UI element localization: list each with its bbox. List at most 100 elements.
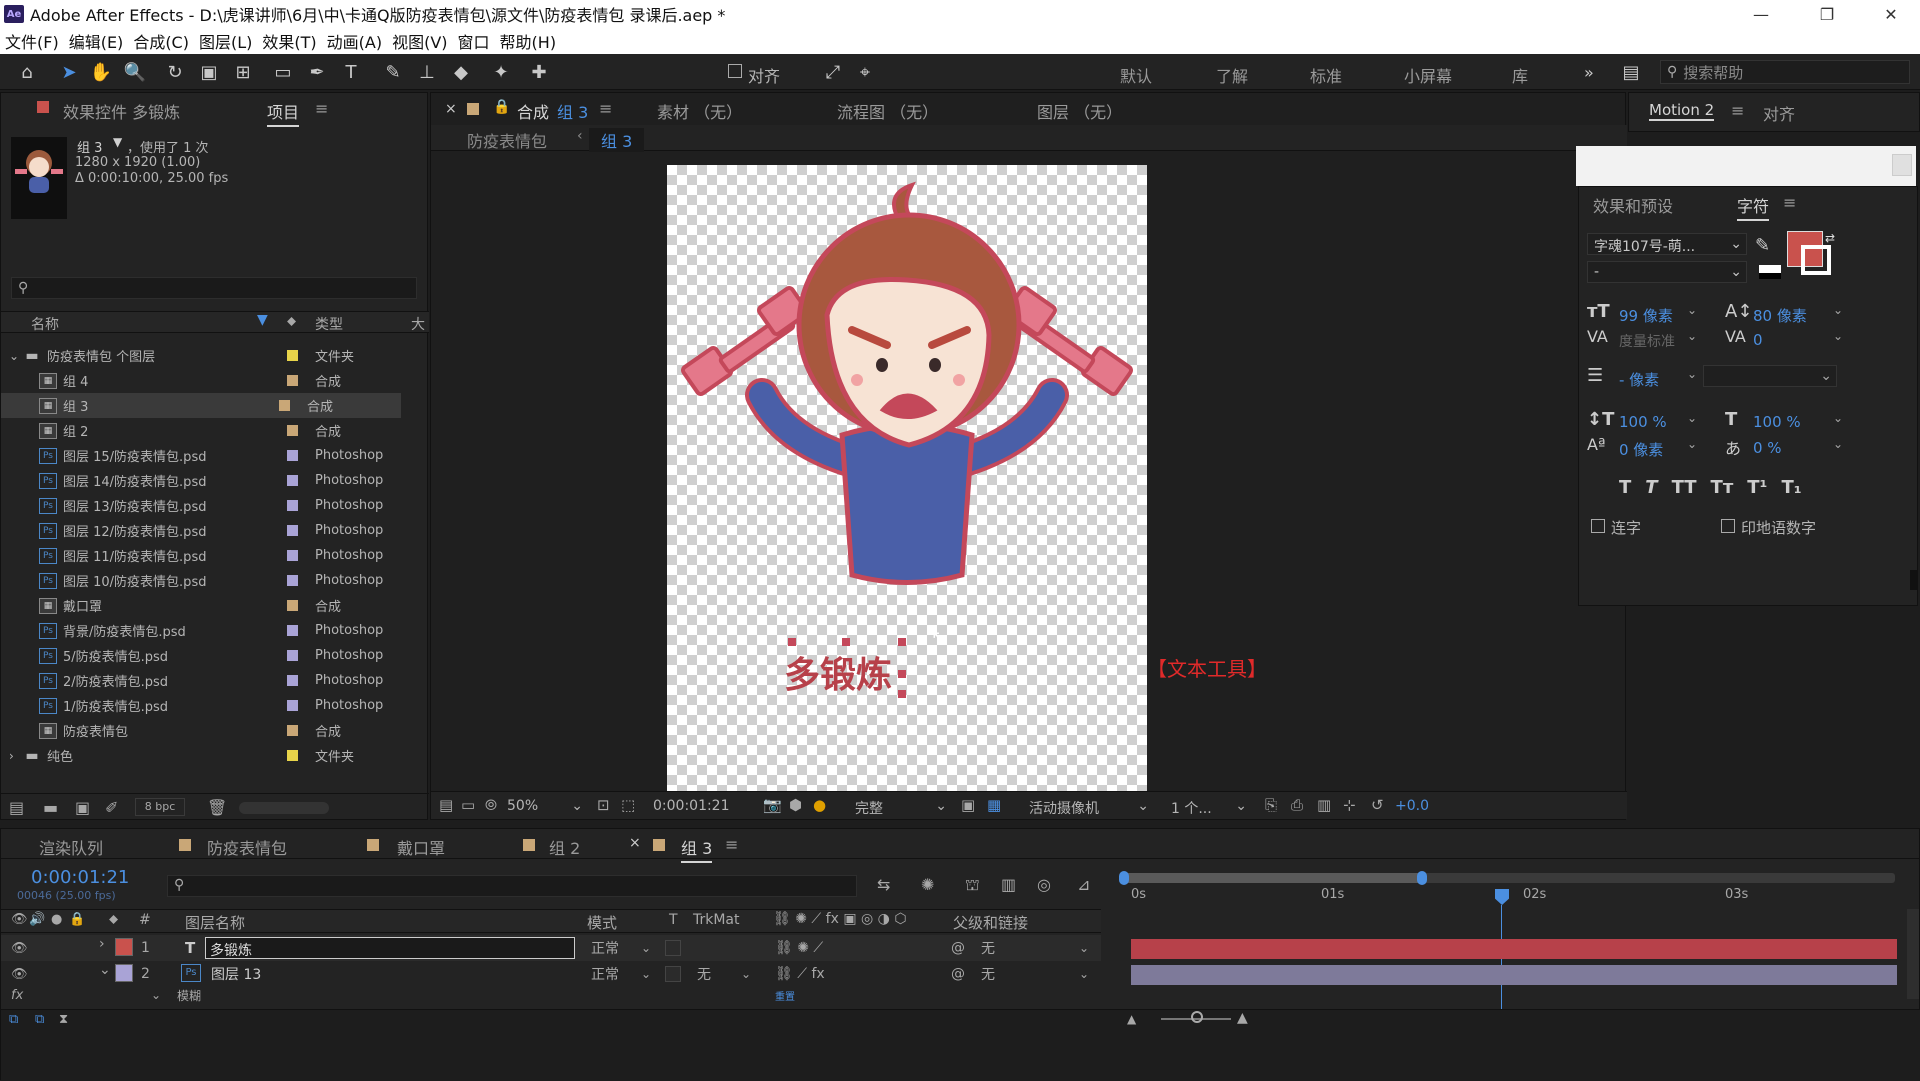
parent-dropdown[interactable]: 无 [981, 964, 995, 984]
label-column-icon[interactable]: ⬥ [109, 912, 118, 927]
lock-switch-icon[interactable]: 🔒 [69, 912, 85, 927]
views-dropdown[interactable]: 1 个... ⌄ [1171, 798, 1247, 817]
playhead-handle[interactable] [1495, 889, 1509, 905]
label-color-swatch[interactable] [287, 525, 298, 536]
snap-checkbox[interactable] [728, 64, 742, 78]
project-item[interactable]: ▦ 组 3 合成 [1, 393, 401, 418]
stroke-width-value[interactable]: - 像素 [1619, 369, 1659, 390]
chevron-down-icon[interactable]: ⌄ [1833, 437, 1843, 451]
pick-whip-icon[interactable]: @ [951, 940, 965, 956]
text-layer-box[interactable]: 多锻炼 [784, 638, 907, 701]
menu-edit[interactable]: 编辑(E) [64, 29, 129, 53]
layer-2-duration-bar[interactable] [1131, 965, 1897, 985]
close-tab-icon[interactable]: × [629, 835, 641, 851]
comp-mini-flowchart-icon[interactable]: ⇆ [877, 875, 890, 894]
faux-bold-button[interactable]: T [1619, 477, 1631, 501]
tab-character[interactable]: 字符 [1737, 193, 1770, 221]
project-item[interactable]: Ps 图层 10/防疫表情包.psd Photoshop [9, 568, 409, 593]
label-color-swatch[interactable] [287, 450, 298, 461]
tab-motion[interactable]: Motion 2 [1649, 101, 1715, 121]
mask-visibility-icon[interactable]: ⦾ [485, 796, 497, 814]
expand-arrow-icon[interactable]: › [9, 749, 23, 763]
minimize-button[interactable]: — [1738, 0, 1784, 28]
motion-menu-icon[interactable]: ≡ [1731, 101, 1744, 120]
tab-project[interactable]: 项目 [267, 99, 300, 127]
tab-effects-presets[interactable]: 效果和预设 [1593, 193, 1673, 217]
in-out-pane-icon[interactable]: ⧗ [59, 1012, 68, 1027]
region-of-interest-icon[interactable]: ⬚ [621, 796, 635, 814]
tab-footage[interactable]: 素材 （无） [657, 99, 742, 123]
zoom-dropdown[interactable]: 50% ⌄ [507, 798, 583, 816]
menu-file[interactable]: 文件(F) [0, 29, 64, 53]
puppet-tool-icon[interactable]: ✚ [526, 60, 552, 84]
always-preview-icon[interactable]: ▤ [439, 796, 453, 814]
chevron-down-icon[interactable]: ⌄ [1079, 941, 1089, 955]
tab-composition-name[interactable]: 组 3 [557, 99, 588, 123]
new-comp-icon[interactable]: ▣ [75, 798, 90, 817]
chevron-down-icon[interactable]: ⌄ [1833, 329, 1843, 343]
resolution-dropdown[interactable]: 完整 ⌄ [855, 798, 947, 817]
effect-reset-link[interactable]: 重置 [775, 988, 795, 1003]
effect-name[interactable]: 模糊 [177, 987, 201, 1004]
preserve-transparency-toggle[interactable] [665, 966, 681, 982]
reset-exposure-circle-icon[interactable]: ↺ [1371, 796, 1384, 814]
stroke-style-dropdown[interactable]: ⌄ [1703, 365, 1837, 387]
menu-layer[interactable]: 图层(L) [194, 29, 257, 53]
menu-help[interactable]: 帮助(H) [495, 29, 562, 53]
timeline-scrollbar[interactable] [1907, 909, 1919, 999]
hand-tool-icon[interactable]: ✋ [88, 60, 114, 84]
pick-whip-icon[interactable]: @ [951, 966, 965, 982]
selection-tool-icon[interactable]: ➤ [56, 60, 82, 84]
trkmat-dropdown[interactable]: 无 [697, 964, 711, 984]
transform-handle[interactable] [898, 670, 906, 678]
workspace-learn[interactable]: 了解 [1216, 63, 1248, 87]
layer-label-swatch[interactable] [115, 964, 133, 982]
menu-window[interactable]: 窗口 [453, 29, 495, 53]
project-item[interactable]: Ps 背景/防疫表情包.psd Photoshop [9, 618, 409, 643]
label-color-swatch[interactable] [287, 475, 298, 486]
timeline-icon[interactable]: ▥ [1317, 796, 1331, 814]
menu-effect[interactable]: 效果(T) [257, 29, 321, 53]
reset-exposure-icon[interactable]: ⎙ [1291, 796, 1303, 814]
label-color-swatch[interactable] [287, 500, 298, 511]
bpc-button[interactable]: 8 bpc [135, 798, 185, 816]
tab-composition[interactable]: 合成 [517, 99, 549, 123]
all-caps-button[interactable]: TT [1672, 477, 1697, 501]
comp-panel-menu-icon[interactable]: ≡ [599, 99, 612, 118]
column-type[interactable]: 类型 [315, 314, 343, 334]
project-item[interactable]: Ps 图层 11/防疫表情包.psd Photoshop [9, 543, 409, 568]
graph-editor-icon[interactable]: ⊿ [1077, 875, 1090, 894]
label-color-swatch[interactable] [287, 725, 298, 736]
trash-icon[interactable]: 🗑 [207, 798, 227, 817]
font-size-value[interactable]: 99 像素 [1619, 305, 1673, 326]
workspace-standard[interactable]: 标准 [1310, 63, 1342, 87]
workspace-menu-icon[interactable]: ▤ [1618, 60, 1644, 84]
layer-mode-dropdown[interactable]: 正常 [591, 938, 619, 958]
timeline-search-input[interactable]: ⚲ [167, 875, 857, 897]
tab-comp-group2[interactable]: 组 2 [549, 835, 580, 859]
project-item[interactable]: ▦ 组 2 合成 [9, 418, 409, 443]
home-icon[interactable]: ⌂ [14, 60, 40, 84]
layer-name[interactable]: 图层 13 [211, 964, 261, 984]
show-snapshot-icon[interactable]: ⬢ [789, 796, 802, 814]
pen-tool-icon[interactable]: ✒ [304, 60, 330, 84]
draft-3d-icon[interactable]: ✺ [921, 875, 934, 894]
tab-flowchart[interactable]: 流程图 （无） [837, 99, 938, 123]
canvas-text[interactable]: 多锻炼 [784, 646, 892, 698]
transform-handle[interactable] [842, 638, 850, 646]
solo-switch-icon[interactable]: ● [51, 912, 62, 927]
monitor-icon[interactable]: ▭ [461, 796, 475, 814]
label-color-swatch[interactable] [287, 600, 298, 611]
clone-stamp-tool-icon[interactable]: ⊥ [414, 60, 440, 84]
layer-mode-dropdown[interactable]: 正常 [591, 964, 619, 984]
frame-blending-icon[interactable]: ▥ [1001, 875, 1016, 894]
sort-arrow-icon[interactable]: ▼ [257, 312, 268, 328]
chevron-down-icon[interactable]: ⌄ [1833, 303, 1843, 317]
label-color-swatch[interactable] [287, 675, 298, 686]
rectangle-tool-icon[interactable]: ▭ [270, 60, 296, 84]
camera-dropdown[interactable]: 活动摄像机 ⌄ [1029, 798, 1149, 817]
layer-switches[interactable]: ⛓ ⟋ fx [775, 966, 825, 982]
more-workspaces-button[interactable]: » [1584, 63, 1594, 82]
faux-italic-button[interactable]: T [1645, 477, 1657, 501]
label-color-swatch[interactable] [287, 350, 298, 361]
